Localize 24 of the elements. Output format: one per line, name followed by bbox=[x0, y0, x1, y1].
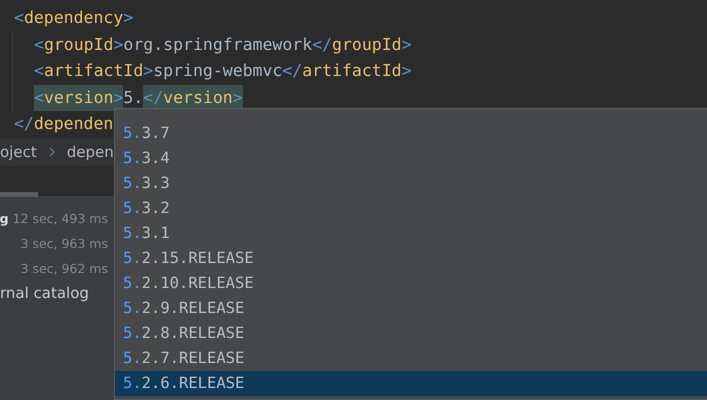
run-duration: 3 sec, 962 ms bbox=[20, 261, 108, 276]
completion-item[interactable]: 5.3.3 bbox=[115, 171, 707, 196]
breadcrumb-item[interactable]: oject bbox=[0, 143, 37, 161]
completion-item[interactable]: 5.3.1 bbox=[115, 221, 707, 246]
chevron-icon bbox=[48, 147, 55, 157]
run-item-label: g bbox=[0, 211, 9, 226]
completion-item[interactable]: 5.2.10.RELEASE bbox=[115, 271, 707, 296]
completion-item[interactable]: 5.2.9.RELEASE bbox=[115, 296, 707, 321]
scrollbar-thumb[interactable] bbox=[0, 192, 38, 197]
completion-item[interactable]: 5.2.7.RELEASE bbox=[115, 346, 707, 371]
code-line: <version>5.</version> bbox=[34, 84, 243, 111]
completion-item[interactable]: 5.3.4 bbox=[115, 146, 707, 171]
completion-item[interactable]: 5.2.8.RELEASE bbox=[115, 321, 707, 346]
run-duration: 12 sec, 493 ms bbox=[12, 211, 108, 226]
code-line: <artifactId>spring-webmvc</artifactId> bbox=[34, 60, 412, 82]
code-line: </dependen bbox=[14, 113, 114, 135]
code-line: <groupId>org.springframework</groupId> bbox=[34, 34, 412, 56]
completion-item[interactable]: 5.2.6.RELEASE bbox=[115, 371, 707, 396]
completion-item[interactable]: 5.3.2 bbox=[115, 196, 707, 221]
code-line: <dependency> bbox=[14, 7, 134, 29]
run-duration: 3 sec, 963 ms bbox=[20, 236, 108, 251]
completion-item[interactable]: 5.2.15.RELEASE bbox=[115, 246, 707, 271]
catalog-label: rnal catalog bbox=[0, 283, 89, 304]
breadcrumb-item[interactable]: depen bbox=[66, 143, 114, 161]
